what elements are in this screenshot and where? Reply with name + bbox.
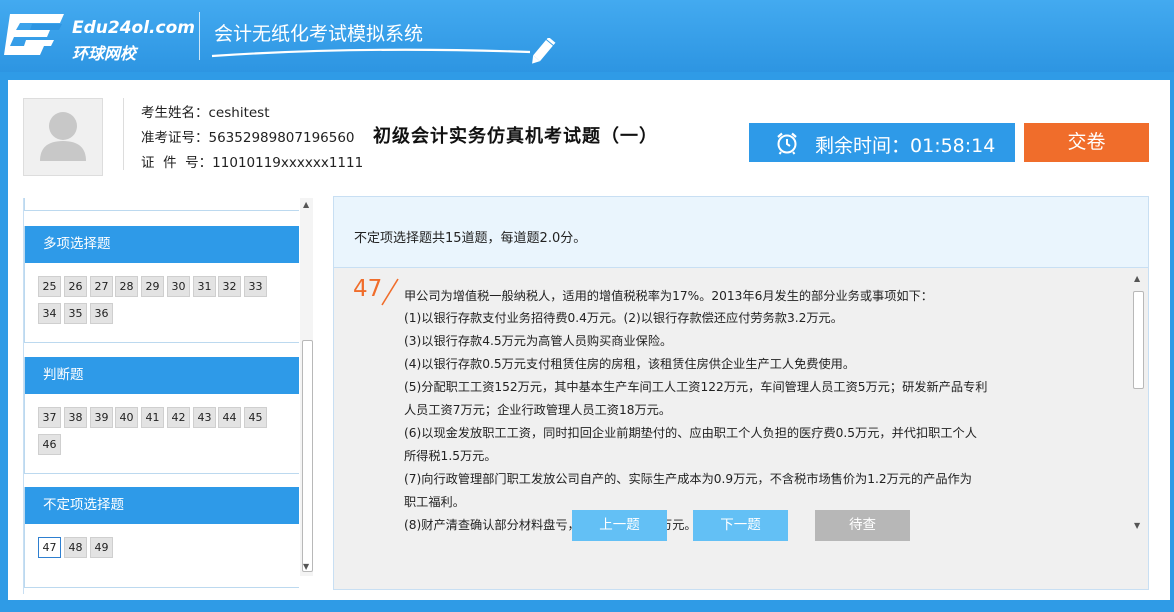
id-number-row: 证 件 号：11010119xxxxxx1111 [141,151,363,171]
question-number-46[interactable]: 46 [38,434,61,455]
question-number-26[interactable]: 26 [64,276,87,297]
pen-swoosh-icon [211,38,556,64]
question-number-36[interactable]: 36 [90,303,113,324]
avatar [23,98,103,176]
question-line-7: (6)以现金发放职工工资，同时扣回企业前期垫付的、应由职工个人负担的医疗费0.5… [404,426,977,440]
question-number-42[interactable]: 42 [167,407,190,428]
question-line-8: 所得税1.5万元。 [404,449,497,463]
question-number-25[interactable]: 25 [38,276,61,297]
question-line-6: 人员工资7万元；企业行政管理人员工资18万元。 [404,403,672,417]
question-line-9: (7)向行政管理部门职工发放公司自产的、实际生产成本为0.9万元，不含税市场售价… [404,472,972,486]
candidate-name-row: 考生姓名：ceshitest [141,101,270,121]
submit-exam-button[interactable]: 交卷 [1024,123,1149,162]
section-true-false: 判断题 37 38 39 40 41 42 43 44 45 46 [24,357,299,474]
section-title-multiple-choice[interactable]: 多项选择题 [25,226,299,263]
question-number-43[interactable]: 43 [193,407,216,428]
question-line-3: (3)以银行存款4.5万元为高管人员购买商业保险。 [404,334,673,348]
candidate-name-label: 考生姓名： [141,105,209,121]
question-number-48[interactable]: 48 [64,537,87,558]
ticket-number-row: 准考证号：56352989807196560 [141,126,355,146]
question-number-34[interactable]: 34 [38,303,61,324]
question-line-10: 职工福利。 [404,495,465,509]
question-number-35[interactable]: 35 [64,303,87,324]
app-header: Edu24ol.com 环球网校 会计无纸化考试模拟系统 [0,0,1174,72]
scroll-down-arrow-icon[interactable]: ▼ [303,562,309,571]
ticket-number: 56352989807196560 [208,130,355,146]
timer-box: 剩余时间：01:58:14 [749,123,1015,162]
question-scroll-down-icon[interactable]: ▼ [1134,521,1140,530]
alarm-clock-icon [777,132,797,155]
question-scrollbar[interactable]: ▲ ▼ [1131,271,1145,531]
question-number-33[interactable]: 33 [244,276,267,297]
question-number-31[interactable]: 31 [193,276,216,297]
timer-value: 01:58:14 [910,135,996,157]
section-indefinite-choice: 不定项选择题 47 48 49 [24,487,299,588]
question-number-37[interactable]: 37 [38,407,61,428]
user-icon [40,112,86,161]
section-notice-text: 不定项选择题共15道题，每道题2.0分。 [354,231,587,246]
section-notice: 不定项选择题共15道题，每道题2.0分。 [334,197,1148,268]
question-number-39[interactable]: 39 [90,407,113,428]
question-navigator: 多项选择题 25 26 27 28 29 30 31 32 33 34 35 3… [23,198,299,594]
question-scrollbar-thumb[interactable] [1133,291,1144,389]
question-number-29[interactable]: 29 [141,276,164,297]
question-number-28[interactable]: 28 [115,276,138,297]
id-number: 11010119xxxxxx1111 [212,155,364,171]
section-title-indefinite-choice[interactable]: 不定项选择题 [25,487,299,524]
edu24ol-logo-icon [4,14,64,55]
navigator-scrollbar-thumb[interactable] [302,340,313,572]
question-number-27[interactable]: 27 [90,276,113,297]
question-number-41[interactable]: 41 [141,407,164,428]
section-previous-remnant [24,198,299,211]
question-number-45[interactable]: 45 [244,407,267,428]
candidate-name: ceshitest [208,105,270,121]
section-title-true-false[interactable]: 判断题 [25,357,299,394]
question-number-44[interactable]: 44 [218,407,241,428]
logo-text-en: Edu24ol.com [72,18,195,38]
exam-card: 考生姓名：ceshitest 准考证号：56352989807196560 证 … [8,80,1170,600]
timer-readout: 剩余时间：01:58:14 [815,131,995,158]
slash-decoration-icon [381,278,399,306]
question-number-38[interactable]: 38 [64,407,87,428]
prev-question-button[interactable]: 上一题 [572,510,667,541]
question-line-4: (4)以银行存款0.5万元支付租赁住房的房租，该租赁住房供企业生产工人免费使用。 [404,357,856,371]
next-question-button[interactable]: 下一题 [693,510,788,541]
id-number-label: 证 件 号： [141,155,213,171]
ticket-number-label: 准考证号： [141,130,209,146]
logo-text-cn: 环球网校 [72,44,137,63]
scroll-up-arrow-icon[interactable]: ▲ [303,200,309,209]
question-scroll-up-icon[interactable]: ▲ [1134,274,1140,283]
header-divider [199,12,200,60]
timer-label: 剩余时间： [815,135,911,157]
section-multiple-choice: 多项选择题 25 26 27 28 29 30 31 32 33 34 35 3… [24,226,299,343]
question-number-47-current[interactable]: 47 [38,537,61,558]
info-divider [123,98,124,170]
navigator-scrollbar[interactable]: ▲ ▼ [300,198,313,576]
question-line-2: (1)以银行存款支付业务招待费0.4万元。(2)以银行存款偿还应付劳务款3.2万… [404,311,843,325]
question-number-30[interactable]: 30 [167,276,190,297]
question-number-40[interactable]: 40 [115,407,138,428]
question-number-32[interactable]: 32 [218,276,241,297]
question-line-1: 甲公司为增值税一般纳税人，适用的增值税税率为17%。2013年6月发生的部分业务… [404,289,933,303]
question-line-5: (5)分配职工工资152万元，其中基本生产车间工人工资122万元，车间管理人员工… [404,380,988,394]
question-number-49[interactable]: 49 [90,537,113,558]
exam-title: 初级会计实务仿真机考试题（一） [373,126,658,147]
mark-review-button[interactable]: 待查 [815,510,910,541]
